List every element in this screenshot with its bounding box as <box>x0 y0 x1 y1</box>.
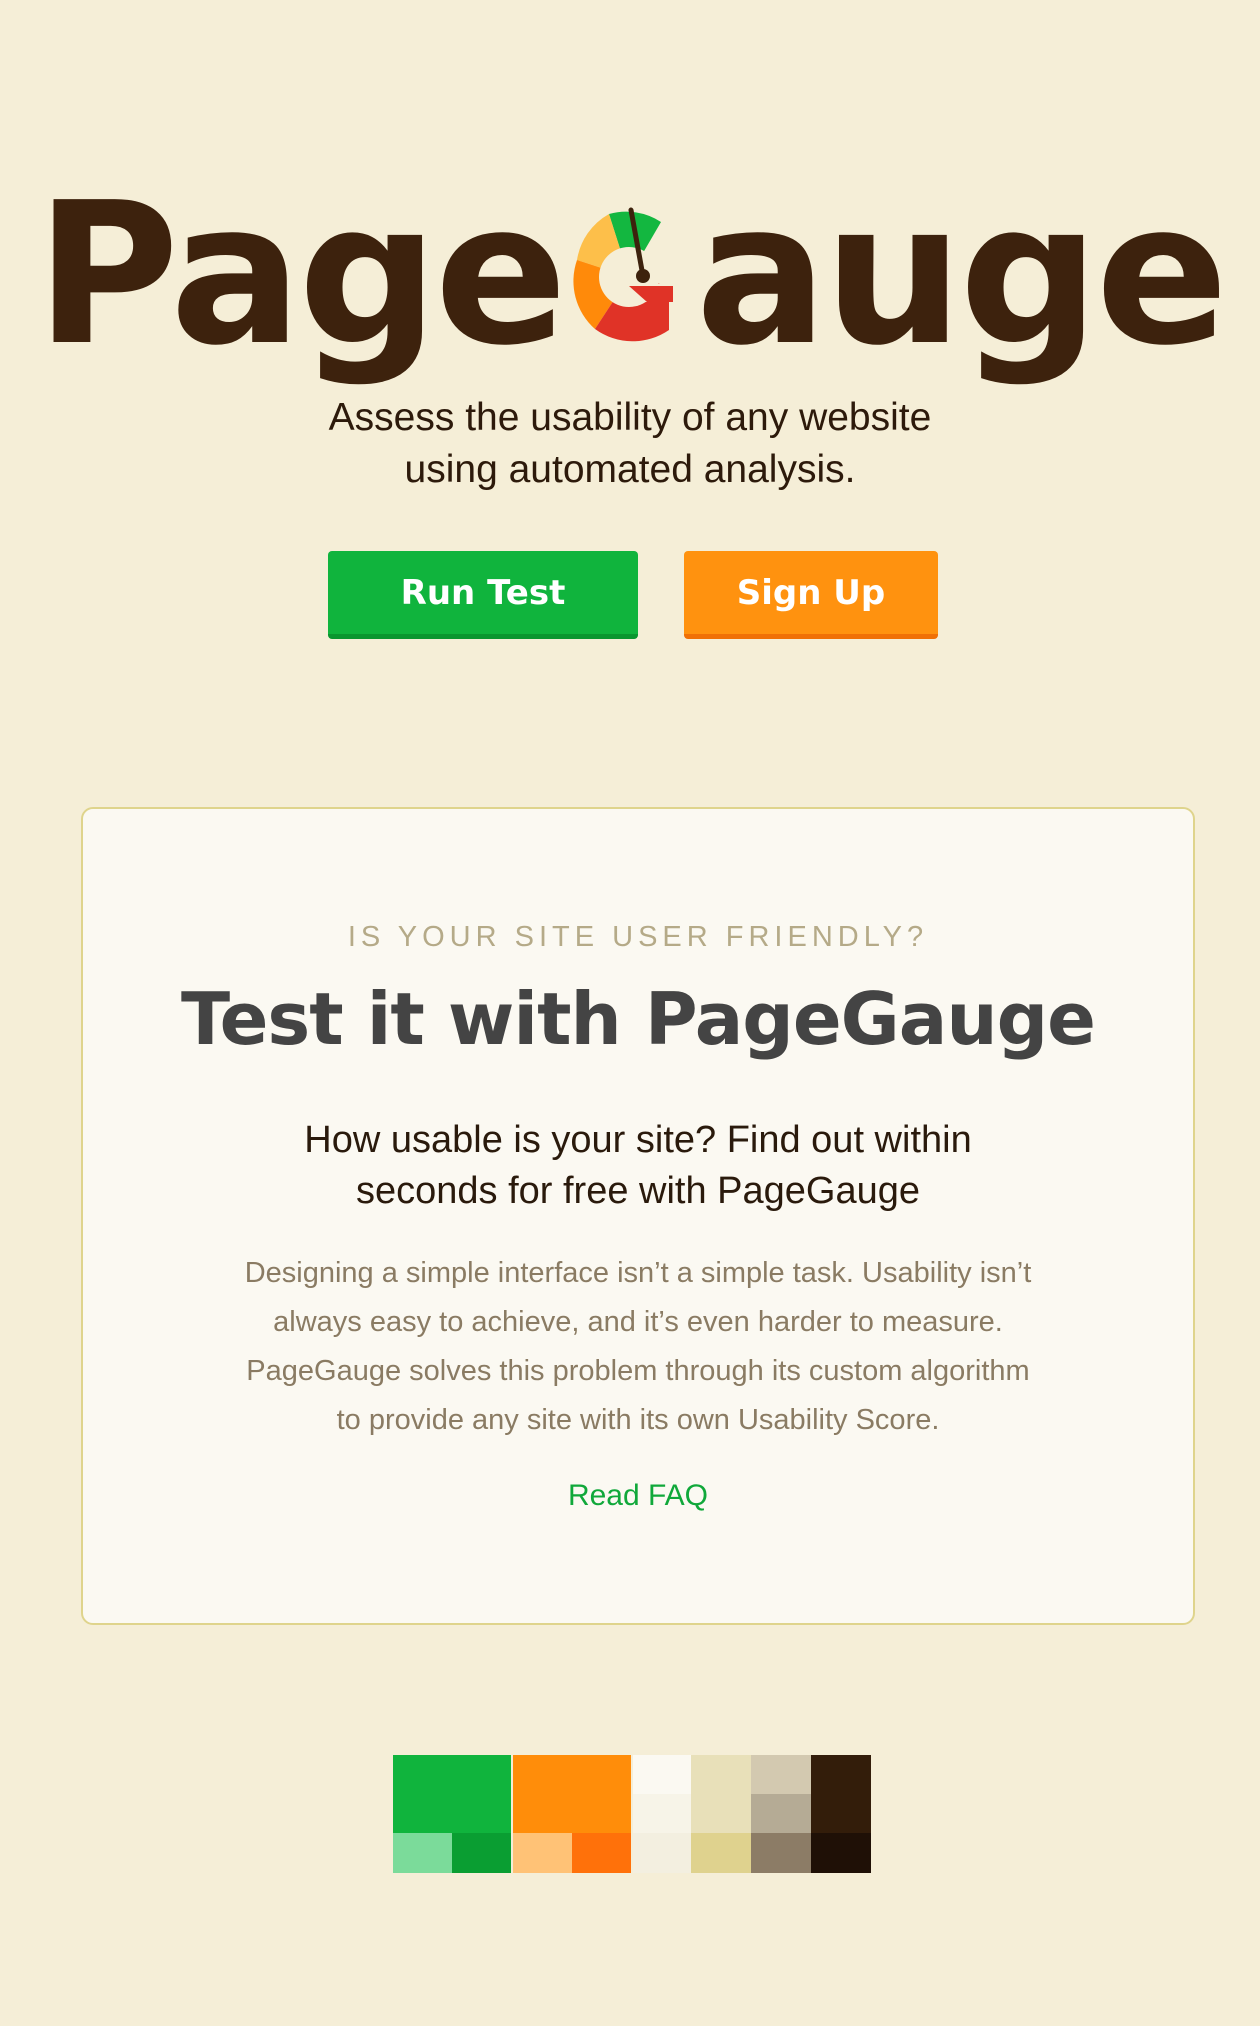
swatch-orange-main <box>513 1755 631 1833</box>
read-faq-link[interactable]: Read FAQ <box>83 1479 1193 1513</box>
swatch-orange-light <box>513 1833 572 1873</box>
tagline: Assess the usability of any website usin… <box>0 392 1260 496</box>
swatch-orange-dark <box>572 1833 631 1873</box>
logo-text-auge: auge <box>695 161 1228 389</box>
swatch-sand-2 <box>691 1833 751 1873</box>
swatch-green-dark <box>452 1833 511 1873</box>
card-body-line-4: to provide any site with its own Usabili… <box>336 1404 940 1436</box>
logo-text-page: Page <box>35 161 568 389</box>
card-subhead-line-2: seconds for free with PageGauge <box>355 1170 920 1212</box>
swatch-cream-2 <box>633 1794 691 1833</box>
logo: Page auge <box>0 160 1260 390</box>
card-subhead-line-1: How usable is your site? Find out within <box>304 1119 972 1161</box>
card-eyebrow: IS YOUR SITE USER FRIENDLY? <box>347 921 929 953</box>
tagline-line-1: Assess the usability of any website <box>328 396 932 439</box>
swatch-taupe-3 <box>751 1833 811 1873</box>
card-subhead: How usable is your site? Find out within… <box>83 1115 1193 1217</box>
swatch-green-main <box>393 1755 511 1833</box>
swatch-brown-2 <box>811 1833 871 1873</box>
run-test-button[interactable]: Run Test <box>328 551 638 639</box>
card-headline: Test it with PageGauge <box>181 977 1096 1061</box>
swatch-taupe-1 <box>751 1755 811 1794</box>
swatch-sand-1 <box>691 1755 751 1833</box>
card-body-line-1: Designing a simple interface isn’t a sim… <box>244 1257 1032 1289</box>
card-body: Designing a simple interface isn’t a sim… <box>83 1249 1193 1445</box>
logo-wordmark: Page auge <box>35 161 1229 389</box>
swatch-cream-3 <box>633 1833 691 1873</box>
color-palette <box>393 1755 871 1873</box>
swatch-brown-1 <box>811 1755 871 1833</box>
sign-up-button[interactable]: Sign Up <box>684 551 938 639</box>
card-body-line-3: PageGauge solves this problem through it… <box>246 1355 1030 1387</box>
swatch-taupe-2 <box>751 1794 811 1833</box>
card-body-line-2: always easy to achieve, and it’s even ha… <box>273 1306 1003 1338</box>
info-card: IS YOUR SITE USER FRIENDLY? Test it with… <box>81 807 1195 1625</box>
tagline-line-2: using automated analysis. <box>404 448 856 491</box>
gauge-letter-g-icon <box>569 187 689 342</box>
swatch-green-light <box>393 1833 452 1873</box>
swatch-cream-1 <box>633 1755 691 1794</box>
